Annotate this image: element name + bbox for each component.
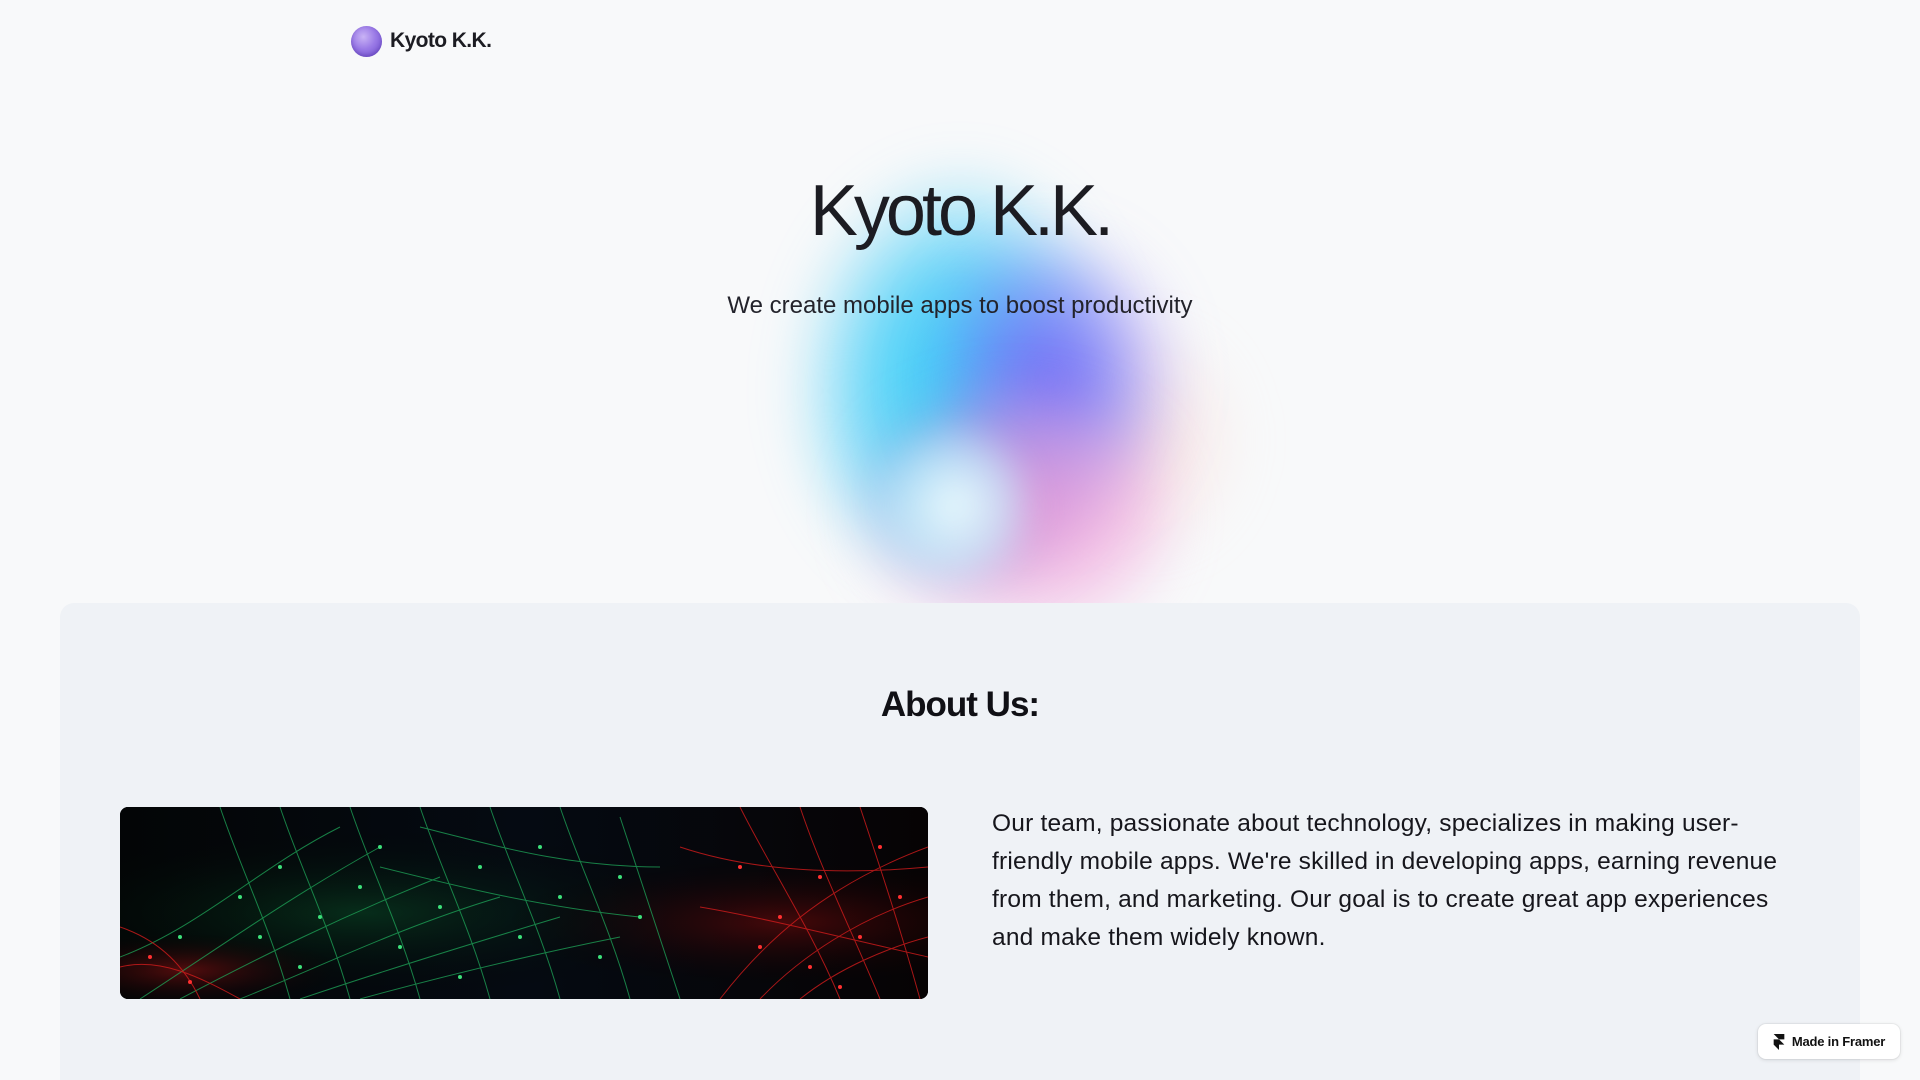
network-mesh-graphic: [120, 807, 928, 999]
made-in-framer-badge[interactable]: Made in Framer: [1758, 1024, 1900, 1059]
framer-badge-label: Made in Framer: [1791, 1034, 1886, 1049]
brand-logo-link[interactable]: Kyoto K.K.: [351, 24, 492, 58]
network-mesh-image: [120, 807, 928, 999]
page: Kyoto K.K. Kyoto K.K. We create mobile a…: [0, 0, 1920, 1080]
hero-title: Kyoto K.K.: [809, 171, 1114, 251]
brand-name: Kyoto K.K.: [390, 29, 492, 52]
about-heading: About Us:: [880, 685, 1040, 724]
framer-icon: [1773, 1033, 1785, 1050]
about-body-text: Our team, passionate about technology, s…: [992, 810, 1778, 951]
orb-logo-icon: [351, 25, 382, 57]
hero-subtitle: We create mobile apps to boost productiv…: [727, 292, 1193, 319]
about-section: About Us: Our team, passionate about tec…: [60, 603, 1860, 1080]
